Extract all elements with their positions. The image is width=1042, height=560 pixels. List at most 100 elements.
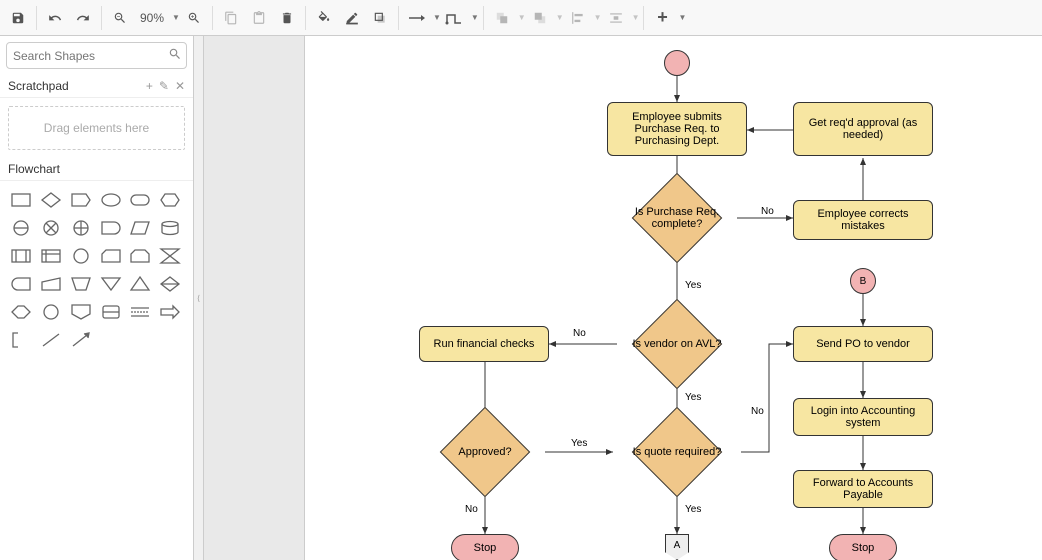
save-button[interactable] <box>4 4 32 32</box>
start-connector[interactable] <box>664 50 690 76</box>
insert-button[interactable]: +▼ <box>648 4 686 32</box>
line-color-button[interactable] <box>338 4 366 32</box>
shape-arrow[interactable] <box>157 301 183 323</box>
shape-collate[interactable] <box>157 245 183 267</box>
canvas[interactable]: Employee submits Purchase Req. to Purcha… <box>204 36 1042 560</box>
shape-offpage[interactable] <box>68 301 94 323</box>
label-yes-2: Yes <box>683 392 703 403</box>
shape-cylinder[interactable] <box>157 217 183 239</box>
process-login[interactable]: Login into Accounting system <box>793 398 933 436</box>
connector-b[interactable]: B <box>850 268 876 294</box>
scratchpad-label: Scratchpad <box>8 79 69 93</box>
chevron-down-icon: ▼ <box>433 13 441 22</box>
decision-complete[interactable]: Is Purchase Req. complete? <box>617 186 737 250</box>
edit-icon[interactable]: ✎ <box>159 79 169 93</box>
process-approval[interactable]: Get req'd approval (as needed) <box>793 102 933 156</box>
shape-parallel[interactable] <box>127 301 153 323</box>
to-back-button[interactable]: ▼ <box>526 4 564 32</box>
flowchart-header[interactable]: Flowchart <box>0 158 193 181</box>
decision-avl[interactable]: Is vendor on AVL? <box>617 312 737 376</box>
shape-delay[interactable] <box>98 217 124 239</box>
shape-loop-limit[interactable] <box>127 245 153 267</box>
decision-quote[interactable]: Is quote required? <box>613 420 741 484</box>
connector-a[interactable]: A <box>665 534 689 560</box>
shape-card[interactable] <box>98 245 124 267</box>
shape-sum[interactable] <box>38 217 64 239</box>
shape-annotation[interactable] <box>98 301 124 323</box>
shape-ellipse[interactable] <box>98 189 124 211</box>
shape-line-arrow[interactable] <box>68 329 94 351</box>
label-no-3: No <box>463 504 480 515</box>
process-sendpo[interactable]: Send PO to vendor <box>793 326 933 362</box>
shape-internal-storage[interactable] <box>38 245 64 267</box>
distribute-button[interactable]: ▼ <box>602 4 640 32</box>
connection-style-button[interactable]: ▼ <box>403 4 441 32</box>
delete-button[interactable] <box>273 4 301 32</box>
fill-color-button[interactable] <box>310 4 338 32</box>
shape-circle[interactable] <box>38 301 64 323</box>
shape-extract[interactable] <box>98 273 124 295</box>
toolbar: 90%▼ ▼ ▼ ▼ ▼ ▼ ▼ +▼ <box>0 0 1042 36</box>
separator <box>398 6 399 30</box>
shape-manual-op[interactable] <box>68 273 94 295</box>
shape-merge[interactable] <box>127 273 153 295</box>
label-no-4: No <box>749 406 766 417</box>
shape-diamond[interactable] <box>38 189 64 211</box>
shadow-button[interactable] <box>366 4 394 32</box>
search-input[interactable] <box>13 49 168 63</box>
label-yes-3: Yes <box>569 438 589 449</box>
process-financial[interactable]: Run financial checks <box>419 326 549 362</box>
shape-predefined[interactable] <box>8 245 34 267</box>
process-submit[interactable]: Employee submits Purchase Req. to Purcha… <box>607 102 747 156</box>
separator <box>643 6 644 30</box>
separator <box>212 6 213 30</box>
terminator-stop-2[interactable]: Stop <box>829 534 897 560</box>
separator <box>483 6 484 30</box>
scratchpad-dropzone[interactable]: Drag elements here <box>8 106 185 150</box>
chevron-down-icon: ▼ <box>471 13 479 22</box>
chevron-down-icon: ▼ <box>518 13 526 22</box>
paste-button[interactable] <box>245 4 273 32</box>
chevron-down-icon: ▼ <box>678 13 686 22</box>
search-icon <box>168 47 182 64</box>
shape-line[interactable] <box>38 329 64 351</box>
waypoint-style-button[interactable]: ▼ <box>441 4 479 32</box>
process-correct[interactable]: Employee corrects mistakes <box>793 200 933 240</box>
shape-hexagon[interactable] <box>157 189 183 211</box>
zoom-out-button[interactable] <box>106 4 134 32</box>
shape-junction[interactable] <box>68 217 94 239</box>
add-icon[interactable]: + <box>146 79 153 93</box>
flowchart-label: Flowchart <box>8 162 60 176</box>
process-forward[interactable]: Forward to Accounts Payable <box>793 470 933 508</box>
search-shapes-input[interactable] <box>6 42 187 69</box>
chevron-down-icon: ▼ <box>632 13 640 22</box>
close-icon[interactable]: ✕ <box>175 79 185 93</box>
zoom-level[interactable]: 90%▼ <box>134 11 180 25</box>
shape-step[interactable] <box>68 189 94 211</box>
undo-button[interactable] <box>41 4 69 32</box>
shape-terminator[interactable] <box>127 189 153 211</box>
label-no-2: No <box>571 328 588 339</box>
decision-approved[interactable]: Approved? <box>425 420 545 484</box>
zoom-in-button[interactable] <box>180 4 208 32</box>
shape-or[interactable] <box>8 217 34 239</box>
align-button[interactable]: ▼ <box>564 4 602 32</box>
shape-stadium[interactable] <box>8 273 34 295</box>
chevron-down-icon: ▼ <box>556 13 564 22</box>
shape-sort[interactable] <box>157 273 183 295</box>
to-front-button[interactable]: ▼ <box>488 4 526 32</box>
shape-transfer[interactable] <box>8 301 34 323</box>
terminator-stop-1[interactable]: Stop <box>451 534 519 560</box>
redo-button[interactable] <box>69 4 97 32</box>
shape-parallelogram[interactable] <box>127 217 153 239</box>
label-yes-4: Yes <box>683 504 703 515</box>
shape-display[interactable] <box>68 245 94 267</box>
separator <box>305 6 306 30</box>
copy-button[interactable] <box>217 4 245 32</box>
zoom-value: 90% <box>134 11 170 25</box>
shape-rectangle[interactable] <box>8 189 34 211</box>
shape-bracket[interactable] <box>8 329 34 351</box>
drawing-paper[interactable]: Employee submits Purchase Req. to Purcha… <box>304 36 1042 560</box>
collapse-sidebar-handle[interactable]: ⟨ <box>194 36 204 560</box>
shape-manual-input[interactable] <box>38 273 64 295</box>
